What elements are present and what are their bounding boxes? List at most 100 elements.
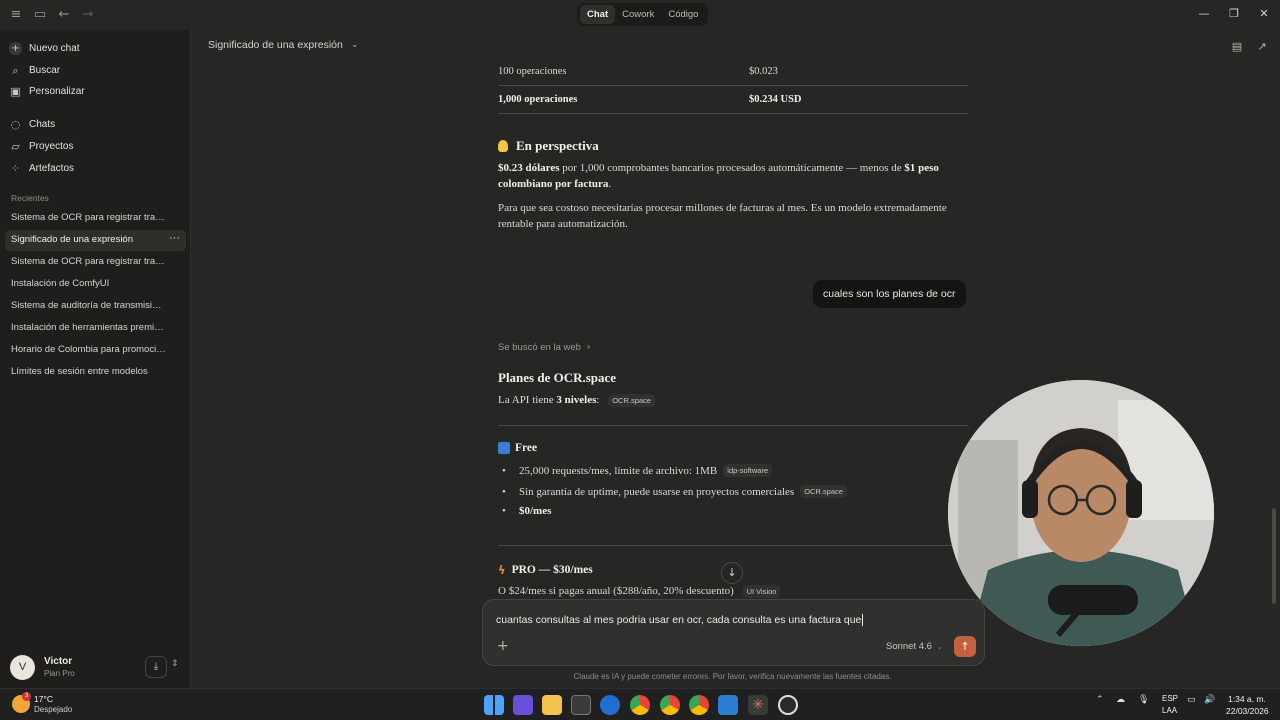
- model-selector[interactable]: Sonnet 4.6 ⌄: [886, 641, 942, 652]
- user-message-bubble: cuales son los planes de ocr: [813, 280, 966, 308]
- copilot-icon[interactable]: [513, 695, 533, 715]
- sidebar-item-label: Artefactos: [29, 162, 75, 174]
- document-icon[interactable]: ▤: [1230, 40, 1244, 54]
- table-cell: $0.023: [749, 66, 778, 77]
- sidebar: + Nuevo chat ⌕ Buscar ▣ Personalizar ◌ C…: [0, 30, 191, 688]
- sidebar-item-artifacts[interactable]: ⁘ Artefactos: [9, 158, 74, 178]
- chevron-up-icon[interactable]: ⌃: [1096, 695, 1104, 705]
- paragraph-text: por 1,000 comprobantes bancarios procesa…: [559, 162, 905, 174]
- table-row: 100 operaciones $0.023: [498, 58, 968, 86]
- sidebar-item-label: Chats: [29, 118, 56, 130]
- obs-icon[interactable]: [778, 695, 798, 715]
- sidebar-item-label: Personalizar: [29, 85, 85, 97]
- mail-icon[interactable]: [600, 695, 620, 715]
- divider: [498, 425, 968, 426]
- tab-chat[interactable]: Chat: [580, 5, 616, 24]
- free-plan-heading-text: Free: [515, 442, 538, 454]
- plus-icon: +: [9, 41, 22, 55]
- text-caret: [862, 614, 864, 627]
- tab-cowork[interactable]: Cowork: [615, 5, 661, 24]
- perspective-heading: En perspectiva: [498, 138, 599, 154]
- add-attachment-button[interactable]: +: [497, 638, 509, 654]
- scroll-to-bottom-button[interactable]: ↓: [721, 562, 743, 584]
- customize-icon: ▣: [10, 84, 21, 98]
- monitor-icon[interactable]: ▭: [1187, 695, 1196, 705]
- recent-chat-label: Significado de una expresión: [11, 234, 134, 245]
- close-icon[interactable]: ✕: [1256, 6, 1272, 22]
- recent-chat-item[interactable]: Instalación de ComfyUI: [5, 274, 186, 295]
- send-button[interactable]: ↑: [954, 636, 976, 657]
- clock-date[interactable]: 22/03/2026: [1226, 706, 1269, 716]
- volume-icon[interactable]: 🔊: [1204, 695, 1215, 705]
- more-options-icon[interactable]: ···: [169, 232, 180, 244]
- artifacts-icon: ⁘: [10, 161, 21, 175]
- message-input[interactable]: cuantas consultas al mes podria usar en …: [496, 614, 864, 627]
- sidebar-toggle-icon[interactable]: ▭: [32, 7, 48, 23]
- recent-chat-item[interactable]: Instalación de herramientas premi…: [5, 318, 186, 339]
- model-name: Sonnet 4.6: [886, 641, 932, 652]
- bold-text: 3 niveles: [556, 394, 597, 406]
- weather-temperature[interactable]: 17°C: [34, 694, 53, 704]
- recent-chat-item[interactable]: Límites de sesión entre modelos: [5, 362, 186, 383]
- citation-chip[interactable]: ldp-software: [723, 464, 773, 477]
- chrome-icon[interactable]: [689, 695, 709, 715]
- tab-codigo[interactable]: Código: [661, 5, 705, 24]
- sidebar-item-label: Nuevo chat: [29, 42, 80, 54]
- list-item-text: 25,000 requests/mes, límite de archivo: …: [519, 464, 718, 477]
- keyboard-layout[interactable]: LAA: [1162, 706, 1177, 715]
- weather-description[interactable]: Despejado: [34, 705, 72, 714]
- sidebar-item-chats[interactable]: ◌ Chats: [9, 114, 55, 134]
- scrollbar[interactable]: [1272, 508, 1276, 604]
- maximize-icon[interactable]: ❐: [1226, 6, 1242, 22]
- menu-icon[interactable]: ≡: [8, 7, 24, 23]
- share-icon[interactable]: ↗: [1255, 40, 1269, 54]
- back-arrow-icon[interactable]: ←: [56, 7, 72, 23]
- api-levels-text: La API tiene 3 niveles: OCR.space: [498, 392, 968, 409]
- sidebar-item-customize[interactable]: ▣ Personalizar: [9, 81, 85, 101]
- windows-start-icon[interactable]: [484, 695, 504, 715]
- recent-chat-item-active[interactable]: Significado de una expresión ···: [5, 230, 186, 251]
- recent-chat-item[interactable]: Horario de Colombia para promoci…: [5, 340, 186, 361]
- recent-chat-item[interactable]: Sistema de OCR para registrar tra…: [5, 208, 186, 229]
- keyboard-language[interactable]: ESP: [1162, 694, 1178, 703]
- table-row: 1,000 operaciones $0.234 USD: [498, 86, 968, 114]
- microphone-icon[interactable]: 🎙: [1138, 695, 1149, 705]
- perspective-paragraph-2: Para que sea costoso necesitarías proces…: [498, 202, 947, 230]
- recents-heading: Recientes: [11, 193, 49, 203]
- claude-app-window: ≡ ▭ ← → Chat Cowork Código — ❐ ✕ + Nuevo…: [0, 0, 1280, 688]
- list-item: $0/mes: [502, 505, 551, 517]
- citation-chip[interactable]: UI Vision: [742, 585, 781, 598]
- chevron-up-down-icon[interactable]: ⇕: [171, 659, 179, 669]
- sidebar-item-label: Buscar: [29, 64, 61, 76]
- message-composer[interactable]: cuantas consultas al mes podria usar en …: [482, 599, 985, 666]
- paragraph-text: .: [608, 178, 612, 190]
- conversation-title-text: Significado de una expresión: [208, 39, 343, 51]
- recent-chat-item[interactable]: Sistema de OCR para registrar tra…: [5, 252, 186, 273]
- forward-arrow-icon[interactable]: →: [80, 7, 96, 23]
- conversation-title[interactable]: Significado de una expresión ⌄: [208, 39, 358, 51]
- cloud-icon[interactable]: ☁: [1116, 695, 1125, 705]
- sidebar-item-search[interactable]: ⌕ Buscar: [9, 60, 60, 80]
- file-explorer-icon[interactable]: [542, 695, 562, 715]
- windows-taskbar: 3 17°C Despejado ✳ ⌃ ☁ 🎙 ESP LAA ▭ 🔊 1:3…: [0, 688, 1280, 720]
- sidebar-item-new-chat[interactable]: + Nuevo chat: [9, 38, 80, 58]
- lightbulb-icon: [498, 140, 508, 152]
- claude-app-icon[interactable]: ✳: [748, 695, 768, 715]
- recent-chat-item[interactable]: Sistema de auditoría de transmisi…: [5, 296, 186, 317]
- clock-time[interactable]: 1:34 a. m.: [1228, 694, 1266, 704]
- bold-text: $0.23 dólares: [498, 162, 560, 174]
- paragraph-text: La API tiene: [498, 394, 557, 406]
- pro-plan-line: O $24/mes si pagas anual ($288/año, 20% …: [498, 583, 968, 600]
- sidebar-item-projects[interactable]: ▱ Proyectos: [9, 136, 73, 156]
- store-icon[interactable]: [571, 695, 591, 715]
- chrome-profile-icon[interactable]: [660, 695, 680, 715]
- list-item: 25,000 requests/mes, límite de archivo: …: [502, 464, 773, 477]
- web-search-indicator[interactable]: Se buscó en la web ›: [498, 342, 590, 353]
- citation-chip[interactable]: OCR.space: [608, 394, 655, 407]
- chrome-icon[interactable]: [630, 695, 650, 715]
- mode-switcher: Chat Cowork Código: [577, 3, 709, 26]
- word-icon[interactable]: [718, 695, 738, 715]
- minimize-icon[interactable]: —: [1196, 6, 1212, 22]
- lightning-icon: ϟ: [498, 563, 506, 577]
- citation-chip[interactable]: OCR.space: [800, 485, 847, 498]
